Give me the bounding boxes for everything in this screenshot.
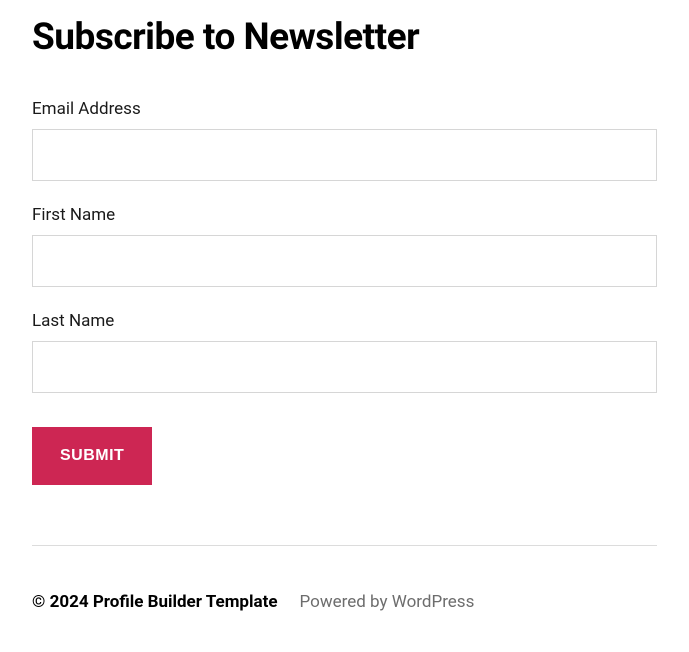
newsletter-form: Email Address First Name Last Name Submi… <box>32 99 657 485</box>
submit-button[interactable]: Submit <box>32 427 152 485</box>
page-title: Subscribe to Newsletter <box>32 16 657 59</box>
footer-divider <box>32 545 657 546</box>
firstname-label: First Name <box>32 205 657 225</box>
email-label: Email Address <box>32 99 657 119</box>
email-field[interactable] <box>32 129 657 181</box>
lastname-field[interactable] <box>32 341 657 393</box>
email-group: Email Address <box>32 99 657 181</box>
footer-copyright: © 2024 Profile Builder Template <box>32 592 278 612</box>
firstname-group: First Name <box>32 205 657 287</box>
lastname-label: Last Name <box>32 311 657 331</box>
lastname-group: Last Name <box>32 311 657 393</box>
firstname-field[interactable] <box>32 235 657 287</box>
footer: © 2024 Profile Builder Template Powered … <box>32 592 657 612</box>
footer-powered-link[interactable]: Powered by WordPress <box>300 592 475 612</box>
